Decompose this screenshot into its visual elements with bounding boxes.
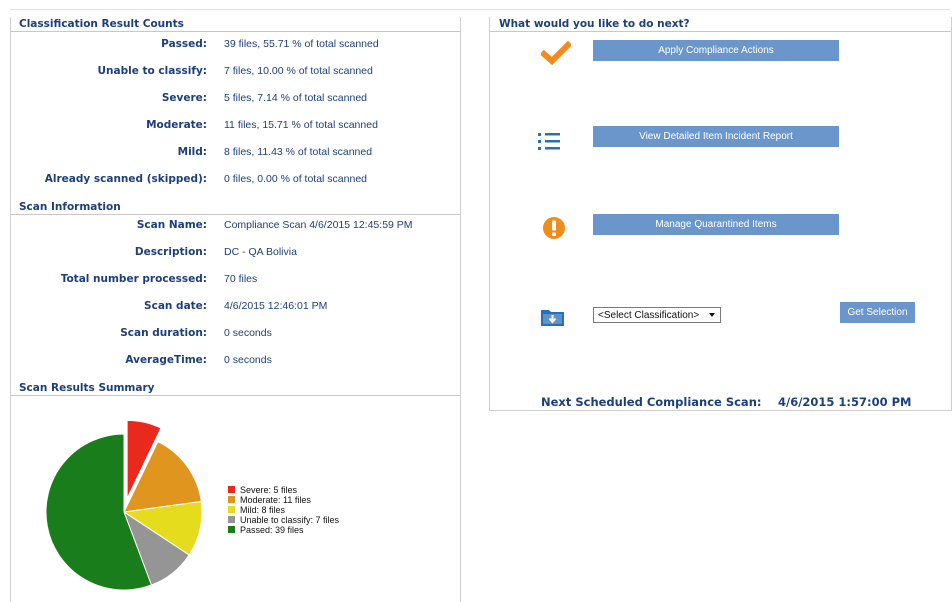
row-value: 8 files, 11.43 % of total scanned — [224, 146, 373, 158]
row-value: 39 files, 55.71 % of total scanned — [224, 38, 379, 50]
classification-select[interactable]: <Select Classification> — [593, 307, 721, 323]
counts-header: Classification Result Counts — [11, 17, 460, 32]
top-divider — [10, 9, 950, 10]
row-value: 11 files, 15.71 % of total scanned — [224, 119, 378, 131]
row-value: 7 files, 10.00 % of total scanned — [224, 65, 373, 77]
row-label: Mild: — [177, 146, 207, 158]
legend-label: Unable to classify: 7 files — [240, 515, 340, 525]
exclamation-icon — [543, 217, 565, 239]
info-row-average: AverageTime: 0 seconds — [11, 352, 460, 368]
next-scheduled-value: 4/6/2015 1:57:00 PM — [778, 395, 912, 409]
row-label: Severe: — [161, 92, 207, 104]
info-row-total: Total number processed: 70 files — [11, 271, 460, 287]
row-value: 4/6/2015 12:46:01 PM — [224, 300, 328, 312]
row-value: DC - QA Bolivia — [224, 246, 297, 258]
count-row-passed: Passed: 39 files, 55.71 % of total scanne… — [11, 36, 460, 52]
count-row-severe: Severe: 5 files, 7.14 % of total scanned — [11, 90, 460, 106]
legend-item: Mild: 8 files — [228, 505, 339, 515]
row-label: Already scanned (skipped): — [44, 173, 207, 185]
count-row-moderate: Moderate: 11 files, 15.71 % of total scan… — [11, 117, 460, 133]
row-label: Passed: — [161, 38, 207, 50]
legend-item: Passed: 39 files — [228, 525, 339, 535]
row-label: Moderate: — [146, 119, 207, 131]
info-row-description: Description: DC - QA Bolivia — [11, 244, 460, 260]
count-row-skipped: Already scanned (skipped): 0 files, 0.00 … — [11, 171, 460, 187]
row-label: Scan Name: — [136, 219, 207, 231]
select-value: <Select Classification> — [598, 310, 700, 321]
view-incident-report-button[interactable]: View Detailed Item Incident Report — [593, 126, 839, 147]
legend-swatch — [228, 486, 235, 494]
legend-label: Passed: 39 files — [240, 525, 304, 535]
next-header: What would you like to do next? — [490, 17, 951, 32]
legend-label: Moderate: 11 files — [240, 495, 311, 505]
row-label: Scan duration: — [120, 327, 207, 339]
summary-header: Scan Results Summary — [11, 381, 460, 396]
count-row-mild: Mild: 8 files, 11.43 % of total scanned — [11, 144, 460, 160]
manage-quarantined-items-button[interactable]: Manage Quarantined Items — [593, 214, 839, 235]
chevron-down-icon — [709, 313, 715, 317]
checkmark-icon — [541, 41, 571, 65]
row-value: 0 seconds — [224, 354, 272, 366]
legend-label: Severe: 5 files — [240, 485, 298, 495]
legend-label: Mild: 8 files — [240, 505, 286, 515]
info-row-duration: Scan duration: 0 seconds — [11, 325, 460, 341]
legend-swatch — [228, 526, 235, 534]
legend-swatch — [228, 506, 235, 514]
row-label: Description: — [134, 246, 207, 258]
legend-item: Moderate: 11 files — [228, 495, 339, 505]
row-label: Scan date: — [144, 300, 207, 312]
folder-download-icon — [541, 310, 564, 326]
results-pie-chart — [45, 419, 203, 591]
count-row-unable: Unable to classify: 7 files, 10.00 % of t… — [11, 63, 460, 79]
info-row-date: Scan date: 4/6/2015 12:46:01 PM — [11, 298, 460, 314]
legend-item: Unable to classify: 7 files — [228, 515, 339, 525]
next-actions-panel: What would you like to do next? Apply Co… — [489, 17, 952, 411]
row-value: 70 files — [224, 273, 258, 285]
row-value: 5 files, 7.14 % of total scanned — [224, 92, 368, 104]
row-value: 0 files, 0.00 % of total scanned — [224, 173, 368, 185]
row-label: Unable to classify: — [97, 65, 208, 77]
legend-item: Severe: 5 files — [228, 485, 339, 495]
row-value: Compliance Scan 4/6/2015 12:45:59 PM — [224, 219, 413, 231]
row-label: Total number processed: — [60, 273, 207, 285]
row-label: AverageTime: — [125, 354, 207, 366]
legend-swatch — [228, 496, 235, 504]
info-row-name: Scan Name: Compliance Scan 4/6/2015 12:45… — [11, 217, 460, 233]
row-value: 0 seconds — [224, 327, 272, 339]
next-scheduled-label: Next Scheduled Compliance Scan: — [541, 395, 762, 409]
get-selection-button[interactable]: Get Selection — [840, 302, 915, 323]
pie-legend: Severe: 5 files Moderate: 11 files Mild: 8… — [228, 485, 339, 535]
apply-compliance-actions-button[interactable]: Apply Compliance Actions — [593, 40, 839, 61]
scan-info-header: Scan Information — [11, 200, 460, 215]
legend-swatch — [228, 516, 235, 524]
list-icon — [538, 133, 560, 150]
